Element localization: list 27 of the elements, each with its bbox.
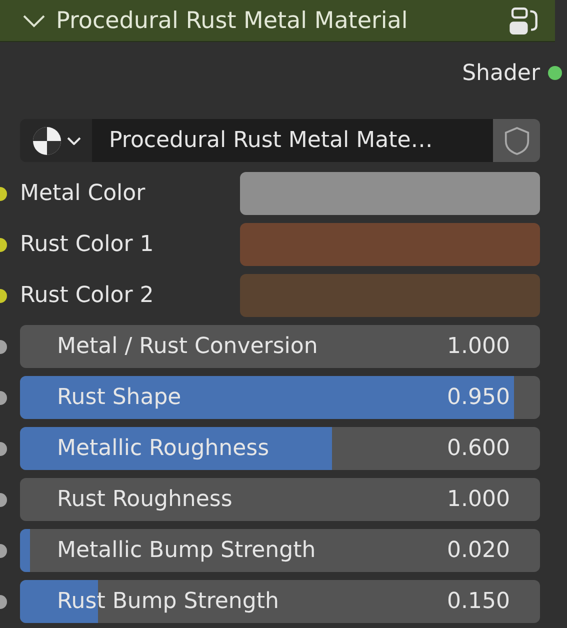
node-title: Procedural Rust Metal Material (56, 8, 409, 34)
slider-value: 0.950 (447, 385, 510, 410)
slider-value: 0.150 (447, 589, 510, 614)
node-group-icon[interactable] (509, 6, 539, 36)
output-socket[interactable] (548, 66, 562, 80)
slider-label: Rust Shape (57, 385, 182, 410)
input-label: Rust Color 2 (20, 283, 155, 308)
color-swatch[interactable] (240, 223, 540, 266)
color-swatch[interactable] (240, 172, 540, 215)
value-slider[interactable]: Metallic Bump Strength 0.020 (20, 529, 540, 572)
output-label: Shader (462, 60, 540, 86)
value-slider[interactable]: Rust Shape 0.950 (20, 376, 540, 419)
slider-value: 0.600 (447, 436, 510, 461)
fake-user-button[interactable] (493, 119, 540, 162)
material-name-field[interactable]: Procedural Rust Metal Mate… (92, 119, 493, 162)
color-swatch[interactable] (240, 274, 540, 317)
caret-icon (67, 136, 81, 144)
value-slider[interactable]: Metallic Roughness 0.600 (20, 427, 540, 470)
slider-label: Metallic Roughness (57, 436, 270, 461)
input-label: Rust Color 1 (20, 232, 155, 257)
slider-value: 0.020 (447, 538, 510, 563)
input-label: Metal Color (20, 181, 146, 206)
shield-icon (504, 126, 530, 156)
material-browse-button[interactable] (20, 119, 92, 162)
material-sphere-icon (31, 124, 63, 156)
chevron-icon[interactable] (22, 14, 46, 28)
slider-label: Metallic Bump Strength (57, 538, 316, 563)
